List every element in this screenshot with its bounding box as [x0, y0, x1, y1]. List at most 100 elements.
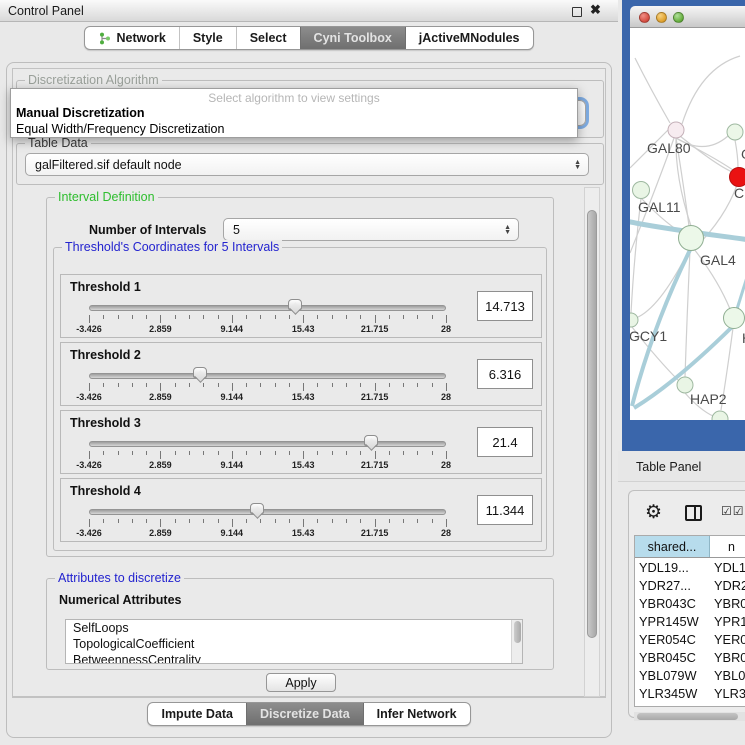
cell-name[interactable]: YDR2	[710, 576, 745, 594]
threshold-value-field[interactable]: 21.4	[477, 427, 533, 457]
table-row[interactable]: YLR345WYLR3	[635, 684, 745, 702]
discretization-algorithm-title: Discretization Algorithm	[25, 73, 162, 87]
slider-thumb[interactable]	[250, 503, 264, 514]
content-scrollbar[interactable]	[584, 187, 600, 697]
network-edge[interactable]	[631, 198, 641, 313]
content-scrollbar-thumb[interactable]	[587, 210, 597, 638]
cell-name[interactable]: YDL1	[710, 558, 745, 576]
table-row[interactable]: YER054CYER0	[635, 630, 745, 648]
node-bottom[interactable]	[712, 411, 728, 420]
cell-shared-name[interactable]: YBL079W	[635, 666, 710, 684]
algorithm-option-manual[interactable]: Manual Discretization	[11, 105, 577, 121]
list-scrollbar-thumb[interactable]	[514, 621, 521, 643]
threshold-slider[interactable]: -3.4262.8599.14415.4321.71528	[89, 303, 446, 337]
close-light[interactable]	[639, 12, 650, 23]
threshold-label: Threshold 1	[70, 280, 141, 294]
column-header-name[interactable]: n	[710, 536, 745, 557]
table-horizontal-scrollbar[interactable]	[634, 712, 745, 721]
cell-shared-name[interactable]: YDR27...	[635, 576, 710, 594]
close-window-icon[interactable]: ✖	[590, 2, 601, 18]
apply-button[interactable]: Apply	[266, 673, 336, 692]
cell-name[interactable]: YER0	[710, 630, 745, 648]
column-header-shared-name[interactable]: shared...	[635, 536, 710, 557]
slider-tick-labels: -3.4262.8599.14415.4321.71528	[89, 324, 446, 335]
network-canvas[interactable]: GAL80GCGAL11GAL4GCY1HHAP2	[630, 28, 745, 420]
node-label: GCY1	[630, 328, 667, 344]
table-row[interactable]: YDR27...YDR2	[635, 576, 745, 594]
threshold-value-field[interactable]: 14.713	[477, 291, 533, 321]
zoom-light[interactable]	[673, 12, 684, 23]
slider-thumb[interactable]	[193, 367, 207, 378]
threshold-value-field[interactable]: 6.316	[477, 359, 533, 389]
network-edge[interactable]	[682, 56, 740, 124]
table-hscrollbar-thumb[interactable]	[637, 713, 738, 720]
numerical-attributes-list[interactable]: SelfLoopsTopologicalCoefficientBetweenne…	[65, 619, 523, 664]
tab-select[interactable]: Select	[236, 27, 300, 49]
slider-track[interactable]	[89, 441, 446, 447]
float-window-icon[interactable]	[572, 7, 582, 17]
cell-shared-name[interactable]: YER054C	[635, 630, 710, 648]
slider-track[interactable]	[89, 509, 446, 515]
algorithm-option-equal-width[interactable]: Equal Width/Frequency Discretization	[11, 121, 577, 137]
threshold-slider[interactable]: -3.4262.8599.14415.4321.71528	[89, 371, 446, 405]
minimize-light[interactable]	[656, 12, 667, 23]
table-row[interactable]: YPR145WYPR1	[635, 612, 745, 630]
node-h[interactable]	[724, 308, 745, 329]
node-red[interactable]	[730, 168, 745, 187]
table-panel-header: Table Panel	[618, 451, 745, 482]
node-gal80[interactable]	[668, 122, 684, 138]
table-row[interactable]: YBR045CYBR0	[635, 648, 745, 666]
tab-infer-network[interactable]: Infer Network	[363, 703, 470, 725]
tab-impute-data[interactable]: Impute Data	[148, 703, 246, 725]
cell-shared-name[interactable]: YBR045C	[635, 648, 710, 666]
network-edge[interactable]	[685, 250, 690, 377]
table-row[interactable]: YBR043CYBR0	[635, 594, 745, 612]
cell-name[interactable]: YBR0	[710, 594, 745, 612]
table-row[interactable]: YBL079WYBL0	[635, 666, 745, 684]
network-edge[interactable]	[735, 140, 738, 168]
cell-name[interactable]: YPR1	[710, 612, 745, 630]
attribute-list-item[interactable]: BetweennessCentrality	[66, 652, 522, 664]
attribute-list-item[interactable]: SelfLoops	[66, 620, 522, 636]
list-scrollbar[interactable]	[511, 620, 522, 663]
bottom-tab-bar: Impute Data Discretize Data Infer Networ…	[0, 702, 618, 726]
slider-track[interactable]	[89, 373, 446, 379]
network-edge-thick[interactable]	[737, 274, 745, 309]
tab-style[interactable]: Style	[179, 27, 236, 49]
interval-definition-title: Interval Definition	[55, 190, 158, 204]
cell-name[interactable]: YBR0	[710, 648, 745, 666]
node-gal4[interactable]	[679, 226, 704, 251]
number-of-intervals-spinner[interactable]: 5 ▲▼	[223, 218, 519, 241]
network-edge[interactable]	[635, 58, 670, 123]
select-checkboxes-icon[interactable]: ☑☑	[721, 504, 745, 518]
settings-gear-icon[interactable]: ⚙	[645, 501, 662, 524]
cell-shared-name[interactable]: YDL19...	[635, 558, 710, 576]
threshold-value-field[interactable]: 11.344	[477, 495, 533, 525]
cell-shared-name[interactable]: YIL052C	[635, 702, 710, 707]
cell-shared-name[interactable]: YBR043C	[635, 594, 710, 612]
split-columns-icon[interactable]	[685, 505, 702, 521]
cell-shared-name[interactable]: YLR345W	[635, 684, 710, 702]
tab-network[interactable]: Network	[85, 27, 178, 49]
slider-thumb[interactable]	[364, 435, 378, 446]
cell-shared-name[interactable]: YPR145W	[635, 612, 710, 630]
tab-discretize-data[interactable]: Discretize Data	[246, 703, 363, 725]
attribute-list-item[interactable]: TopologicalCoefficient	[66, 636, 522, 652]
slider-track[interactable]	[89, 305, 446, 311]
control-panel-window: Control Panel ✖ Network Style Select Cyn…	[0, 0, 618, 745]
threshold-slider[interactable]: -3.4262.8599.14415.4321.71528	[89, 507, 446, 541]
table-row[interactable]: YIL052CYIL0	[635, 702, 745, 707]
slider-ticks	[89, 383, 446, 391]
slider-thumb[interactable]	[288, 299, 302, 310]
threshold-slider[interactable]: -3.4262.8599.14415.4321.71528	[89, 439, 446, 473]
node-gcy1[interactable]	[630, 313, 638, 327]
table-row[interactable]: YDL19...YDL1	[635, 558, 745, 576]
node-top-right[interactable]	[727, 124, 743, 140]
cell-name[interactable]: YIL0	[710, 702, 745, 707]
node-gal11[interactable]	[633, 182, 650, 199]
tab-jactivemnodules[interactable]: jActiveMNodules	[405, 27, 533, 49]
table-data-combobox[interactable]: galFiltered.sif default node ▲▼	[25, 153, 589, 176]
cell-name[interactable]: YBL0	[710, 666, 745, 684]
tab-cyni-toolbox[interactable]: Cyni Toolbox	[300, 27, 405, 49]
cell-name[interactable]: YLR3	[710, 684, 745, 702]
